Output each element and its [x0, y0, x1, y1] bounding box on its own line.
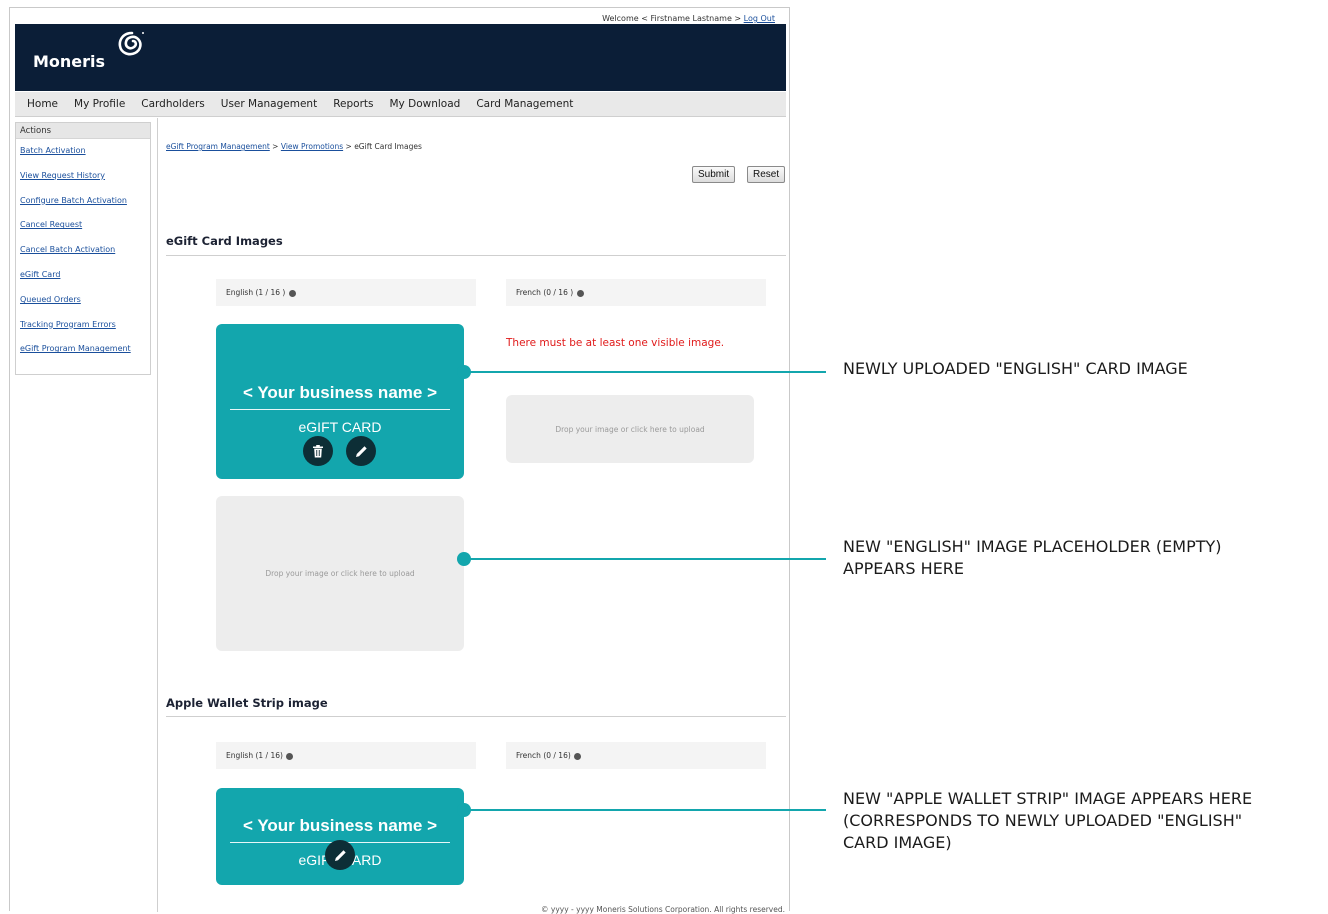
- english-wallet-strip-image[interactable]: < Your business name > eGIFT CARD: [216, 788, 464, 885]
- logout-link[interactable]: Log Out: [744, 14, 775, 23]
- english-count-label: English (1 / 16 ): [226, 288, 286, 297]
- moneris-logo[interactable]: Moneris: [33, 52, 105, 71]
- egift-images-title: eGift Card Images: [166, 234, 283, 248]
- edit-wallet-image-button[interactable]: [325, 840, 355, 870]
- sidebar-item-egift-program-management[interactable]: eGift Program Management: [16, 337, 150, 362]
- info-icon[interactable]: [288, 289, 296, 297]
- footer: © yyyy - yyyy Moneris Solutions Corporat…: [541, 905, 785, 914]
- sidebar-item-egift-card[interactable]: eGift Card: [16, 263, 150, 288]
- nav-my-profile[interactable]: My Profile: [66, 98, 133, 110]
- french-count-label: French (0 / 16 ): [516, 288, 574, 297]
- nav-reports[interactable]: Reports: [325, 98, 381, 110]
- breadcrumb-current: eGift Card Images: [354, 142, 422, 151]
- english-card-image[interactable]: < Your business name > eGIFT CARD: [216, 324, 464, 479]
- welcome-bar: Welcome < Firstname Lastname > Log Out: [602, 14, 775, 23]
- welcome-text: Welcome < Firstname Lastname >: [602, 14, 742, 23]
- english-images-tab[interactable]: English (1 / 16 ): [216, 279, 476, 306]
- nav-my-download[interactable]: My Download: [382, 98, 469, 110]
- french-upload-dropzone[interactable]: Drop your image or click here to upload: [506, 395, 754, 463]
- trash-icon: [313, 444, 323, 457]
- card-business-name: < Your business name >: [242, 383, 437, 402]
- callout-wallet-strip: NEW "APPLE WALLET STRIP" IMAGE APPEARS H…: [843, 789, 1253, 852]
- browser-frame: Welcome < Firstname Lastname > Log Out M…: [9, 7, 790, 914]
- sidebar-item-tracking-program-errors[interactable]: Tracking Program Errors: [16, 313, 150, 338]
- validation-error: There must be at least one visible image…: [506, 337, 725, 349]
- card-business-name: < Your business name >: [242, 816, 437, 835]
- brand-bar: Moneris: [15, 24, 786, 91]
- sidebar-item-cancel-request[interactable]: Cancel Request: [16, 213, 150, 238]
- wallet-strip-title: Apple Wallet Strip image: [166, 696, 328, 710]
- english-count-label: English (1 / 16): [226, 751, 283, 760]
- breadcrumb-separator: >: [272, 142, 279, 151]
- french-count-label: French (0 / 16): [516, 751, 571, 760]
- pencil-icon: [334, 849, 346, 861]
- breadcrumb: eGift Program Management > View Promotio…: [166, 142, 422, 151]
- sidebar-heading: Actions: [16, 123, 150, 139]
- english-upload-dropzone[interactable]: Drop your image or click here to upload: [216, 496, 464, 651]
- delete-image-button[interactable]: [303, 436, 333, 466]
- nav-home[interactable]: Home: [19, 98, 66, 110]
- section-divider: [166, 255, 786, 256]
- main-nav: Home My Profile Cardholders User Managem…: [15, 92, 786, 117]
- english-wallet-tab[interactable]: English (1 / 16): [216, 742, 476, 769]
- nav-user-management[interactable]: User Management: [213, 98, 325, 110]
- actions-sidebar: Actions Batch Activation View Request Hi…: [15, 122, 151, 375]
- pencil-icon: [355, 445, 367, 457]
- info-icon[interactable]: [574, 752, 582, 760]
- breadcrumb-separator: >: [345, 142, 352, 151]
- french-images-tab[interactable]: French (0 / 16 ): [506, 279, 766, 306]
- nav-card-management[interactable]: Card Management: [468, 98, 581, 110]
- sidebar-item-queued-orders[interactable]: Queued Orders: [16, 288, 150, 313]
- breadcrumb-program-management[interactable]: eGift Program Management: [166, 142, 270, 151]
- info-icon[interactable]: [286, 752, 294, 760]
- dropzone-text: Drop your image or click here to upload: [555, 424, 705, 434]
- card-egift-label: eGIFT CARD: [298, 419, 382, 435]
- sidebar-item-cancel-batch-activation[interactable]: Cancel Batch Activation: [16, 238, 150, 263]
- edit-image-button[interactable]: [346, 436, 376, 466]
- info-icon[interactable]: [576, 289, 584, 297]
- sidebar-item-batch-activation[interactable]: Batch Activation: [16, 139, 150, 164]
- french-wallet-tab[interactable]: French (0 / 16): [506, 742, 766, 769]
- callout-placeholder: NEW "ENGLISH" IMAGE PLACEHOLDER (EMPTY) …: [843, 537, 1222, 578]
- main-content: eGift Program Management > View Promotio…: [157, 118, 787, 912]
- breadcrumb-view-promotions[interactable]: View Promotions: [281, 142, 343, 151]
- callout-line: [466, 809, 826, 811]
- section-divider: [166, 716, 786, 717]
- nav-cardholders[interactable]: Cardholders: [133, 98, 212, 110]
- moneris-swirl-icon: [118, 31, 144, 56]
- callout-line: [466, 371, 826, 373]
- brand-name: Moneris: [33, 52, 106, 71]
- submit-button[interactable]: Submit: [692, 166, 736, 183]
- sidebar-item-configure-batch-activation[interactable]: Configure Batch Activation: [16, 189, 150, 214]
- card-divider: [230, 409, 450, 410]
- reset-button[interactable]: Reset: [747, 166, 786, 183]
- dropzone-text: Drop your image or click here to upload: [265, 569, 415, 578]
- sidebar-item-view-request-history[interactable]: View Request History: [16, 164, 150, 189]
- callout-line: [466, 558, 826, 560]
- callout-english-card: NEWLY UPLOADED "ENGLISH" CARD IMAGE: [843, 359, 1188, 378]
